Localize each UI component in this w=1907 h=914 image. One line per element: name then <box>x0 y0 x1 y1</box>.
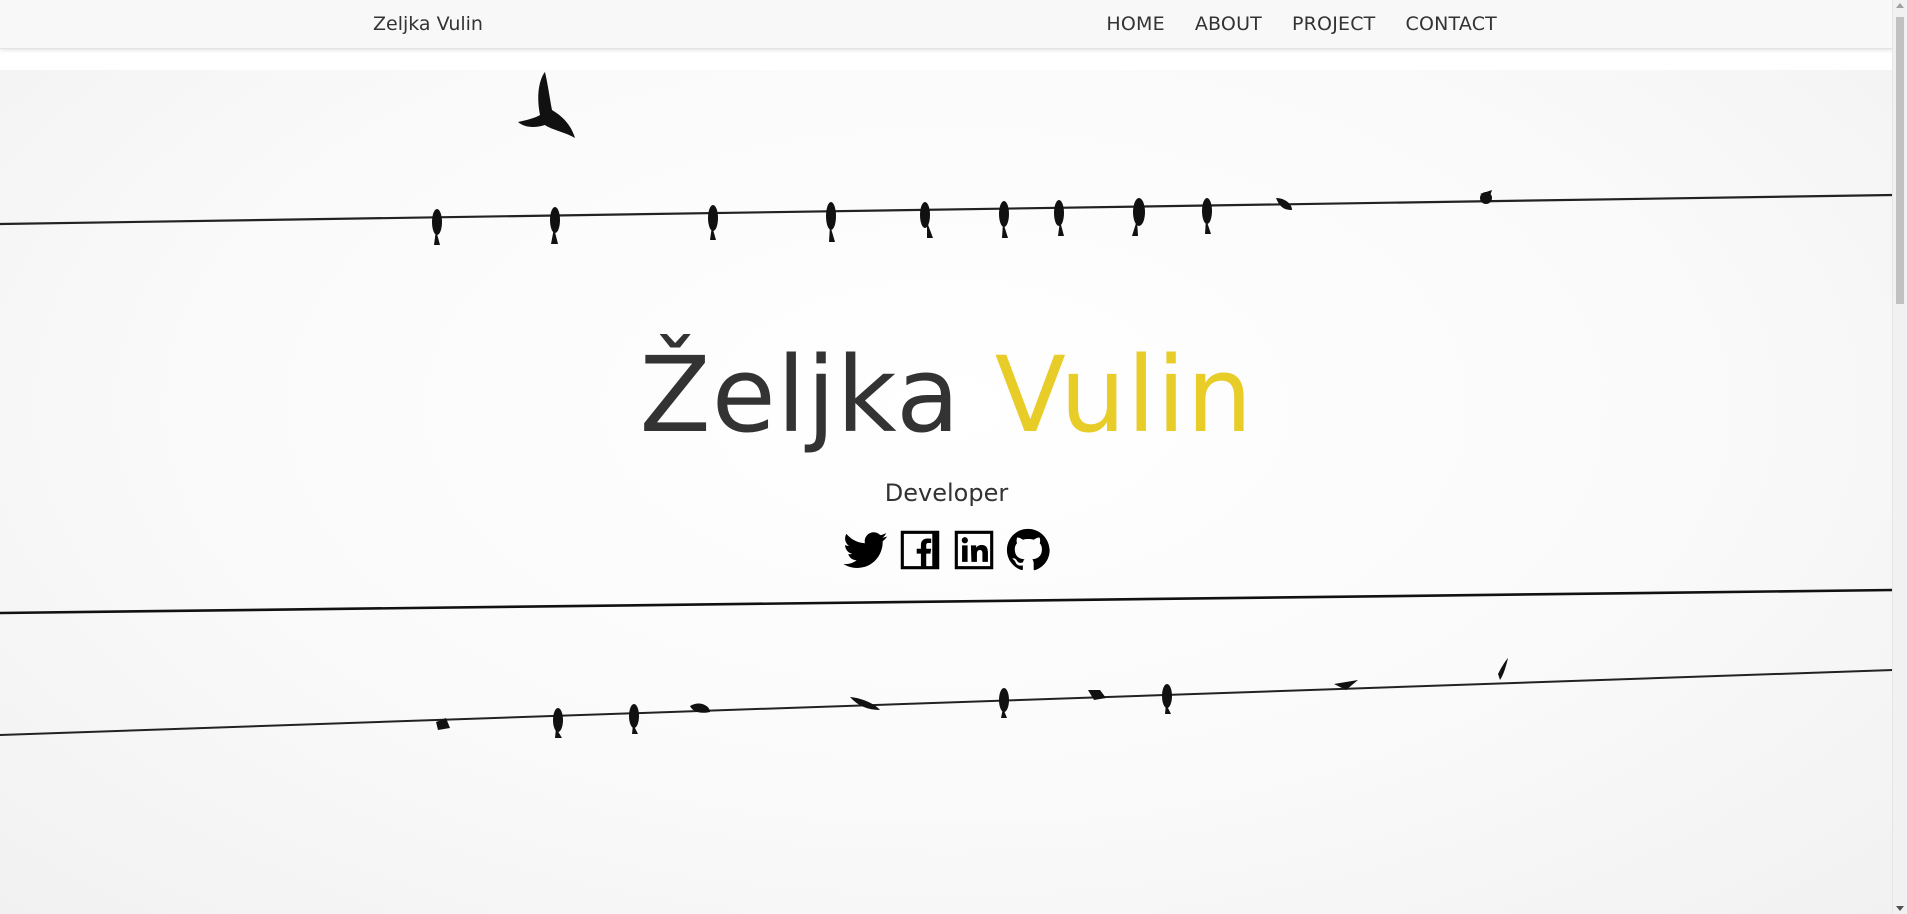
social-links <box>0 528 1893 572</box>
scroll-up-arrow-icon[interactable] <box>1896 3 1904 8</box>
facebook-icon <box>900 530 939 570</box>
hero-last-name: Vulin <box>994 334 1254 456</box>
twitter-link[interactable] <box>843 528 888 572</box>
nav-link-about[interactable]: ABOUT <box>1180 0 1277 48</box>
hero-first-name: Željka <box>639 334 961 456</box>
brand-link[interactable]: Zeljka Vulin <box>373 0 483 48</box>
scroll-thumb[interactable] <box>1896 17 1904 304</box>
nav-link-project[interactable]: PROJECT <box>1277 0 1391 48</box>
hero-section: Željka Vulin Developer <box>0 70 1893 914</box>
facebook-link[interactable] <box>898 528 942 572</box>
linkedin-link[interactable] <box>952 528 996 572</box>
hero-title: Željka Vulin <box>0 335 1893 455</box>
hero-subtitle: Developer <box>884 479 1009 507</box>
nav-link-contact[interactable]: CONTACT <box>1390 0 1497 48</box>
navbar: Zeljka Vulin HOME ABOUT PROJECT CONTACT <box>0 0 1893 49</box>
nav-link-home[interactable]: HOME <box>1091 0 1179 48</box>
linkedin-icon <box>954 530 993 570</box>
page: Zeljka Vulin HOME ABOUT PROJECT CONTACT <box>0 0 1907 914</box>
github-link[interactable] <box>1006 528 1050 572</box>
github-icon <box>1006 528 1050 571</box>
nav-links: HOME ABOUT PROJECT CONTACT <box>1091 0 1497 48</box>
scroll-down-arrow-icon[interactable] <box>1896 906 1904 911</box>
vertical-scrollbar[interactable] <box>1892 0 1907 914</box>
twitter-icon <box>843 532 887 568</box>
